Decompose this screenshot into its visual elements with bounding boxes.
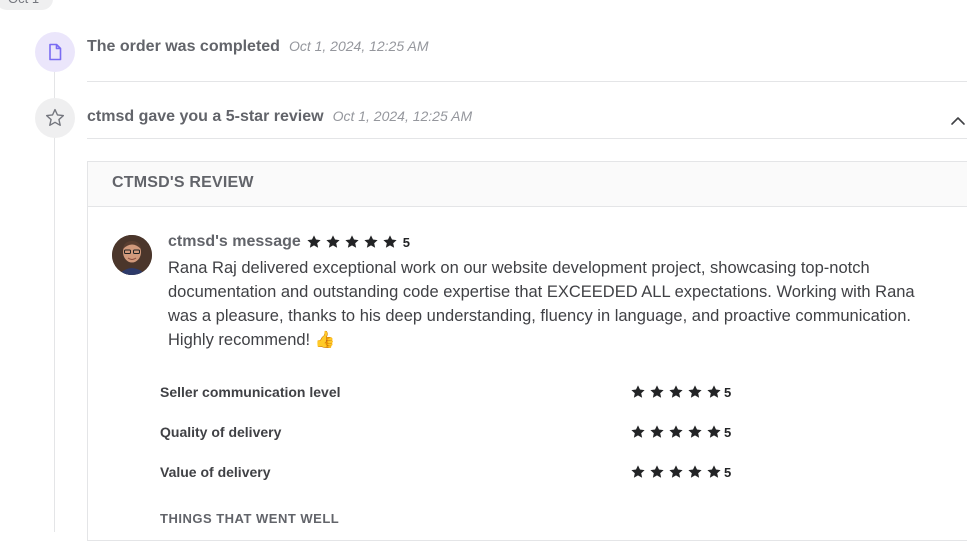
things-went-well-heading: THINGS THAT WENT WELL [160, 511, 340, 526]
criteria-rating-value: 5 [724, 424, 732, 440]
star-icon [307, 235, 321, 248]
star-icon [631, 385, 645, 398]
criteria-label: Value of delivery [160, 464, 271, 480]
chevron-up-icon[interactable] [950, 114, 966, 128]
event-time: Oct 1, 2024, 12:25 AM [288, 38, 429, 54]
star-icon [326, 235, 340, 248]
review-message: Rana Raj delivered exceptional work on o… [168, 259, 915, 349]
criteria-stars: 5 [630, 424, 731, 440]
star-icon [650, 385, 664, 398]
review-card: CTMSD'S REVIEW ctmsd's message 5 Rana Ra… [87, 161, 967, 541]
criteria-label: Seller communication level [160, 384, 341, 400]
event-review: ctmsd gave you a 5-star review Oct 1, 20… [87, 108, 967, 126]
star-icon [650, 425, 664, 438]
star-icon [364, 235, 378, 248]
star-icon [631, 425, 645, 438]
criteria-stars: 5 [630, 384, 731, 400]
star-icon [688, 425, 702, 438]
star-icon [669, 425, 683, 438]
star-icon [383, 235, 397, 248]
star-icon [707, 425, 721, 438]
event-title: The order was completed [87, 38, 280, 55]
review-message-block: ctmsd's message 5 Rana Raj delivered exc… [168, 232, 928, 352]
star-icon [345, 235, 359, 248]
event-order-completed: The order was completed Oct 1, 2024, 12:… [87, 38, 967, 56]
star-icon [707, 465, 721, 478]
file-icon [35, 32, 75, 72]
review-header: CTMSD'S REVIEW [88, 162, 967, 207]
star-icon [707, 385, 721, 398]
divider [87, 81, 967, 82]
date-pill: Oct 1 [0, 0, 54, 10]
event-time: Oct 1, 2024, 12:25 AM [332, 108, 473, 124]
star-icon [669, 385, 683, 398]
star-icon [650, 465, 664, 478]
criteria-stars: 5 [630, 464, 731, 480]
star-icon [669, 465, 683, 478]
review-author: ctmsd's message [168, 233, 301, 250]
event-title: ctmsd gave you a 5-star review [87, 108, 324, 125]
star-icon [688, 465, 702, 478]
divider [87, 138, 967, 139]
star-icon [631, 465, 645, 478]
timeline-line [54, 72, 55, 532]
review-stars: 5 [306, 234, 410, 250]
criteria-rating-value: 5 [724, 464, 732, 480]
avatar [112, 235, 152, 275]
star-icon [688, 385, 702, 398]
rating-value: 5 [402, 234, 410, 250]
criteria-label: Quality of delivery [160, 424, 282, 440]
star-outline-icon [35, 98, 75, 138]
criteria-rating-value: 5 [724, 384, 732, 400]
